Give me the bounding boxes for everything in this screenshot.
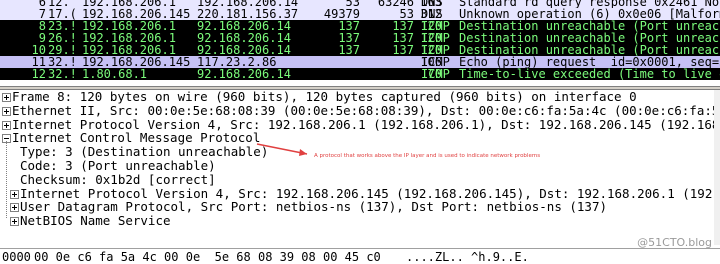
packet-dst-cell: 92.168.206.14 bbox=[197, 44, 291, 56]
packet-dst-cell: 92.168.206.14 bbox=[197, 32, 291, 44]
packet-dst-cell: 220.181.156.37 bbox=[197, 8, 299, 20]
packet-src-cell: 192.168.206.1 bbox=[82, 32, 176, 44]
tree-leaf-label: Checksum: 0x1b2d [correct] bbox=[20, 171, 216, 187]
packet-dst-cell: 92.168.206.14 bbox=[197, 68, 291, 80]
packet-sport-cell: 49379 bbox=[323, 8, 360, 20]
packet-info-cell: Destination unreachable (Port unreach bbox=[459, 32, 720, 44]
packet-src-cell: 192.168.206.1 bbox=[82, 20, 176, 32]
packet-row[interactable]: 10 29.! 192.168.206.1 92.168.206.14 137 137 12… bbox=[0, 44, 720, 56]
packet-details-tree: Frame 8: 120 bytes on wire (960 bits), 1… bbox=[0, 90, 720, 245]
packet-no-cell: 8 bbox=[38, 20, 46, 32]
packet-dport-cell: 53 bbox=[399, 8, 414, 20]
packet-list: 6 12. 192.168.206.1 192.168.206.14 53 63246 16… bbox=[0, 0, 720, 87]
expand-icon[interactable] bbox=[2, 93, 11, 102]
packet-info-cell: Destination unreachable (Port unreach bbox=[459, 44, 720, 56]
packet-src-cell: 192.168.206.1 bbox=[82, 0, 176, 8]
packet-info-cell: Standard rd query response 0x2461 No suc… bbox=[459, 0, 720, 8]
packet-sport-cell: 137 bbox=[338, 44, 360, 56]
packet-src-cell: 192.168.206.145 bbox=[82, 8, 191, 20]
tree-node-label: Frame 8: 120 bytes on wire (960 bits), 1… bbox=[12, 90, 637, 104]
packet-proto-cell: ICMP bbox=[421, 20, 450, 32]
tree-node-label: Ethernet II, Src: 00:0e:5e:68:08:39 (00:… bbox=[12, 102, 720, 118]
expand-icon[interactable] bbox=[10, 203, 19, 213]
packet-dst-cell: 117.23.2.86 bbox=[197, 56, 277, 68]
packet-row[interactable]: 7 17.(192.168.206.145 220.181.156.37 49379 5… bbox=[0, 8, 720, 20]
packet-proto-cell: ICMP bbox=[421, 44, 450, 56]
packet-info-cell: Time-to-live exceeded (Time to live e bbox=[459, 68, 720, 80]
packet-src-cell: 1.80.68.1 bbox=[82, 68, 148, 80]
packet-dport-cell: 63246 bbox=[377, 0, 414, 8]
packet-no-cell: 7 bbox=[38, 8, 46, 20]
packet-row[interactable]: 6 12. 192.168.206.1 192.168.206.14 53 63246 16… bbox=[0, 0, 720, 8]
packet-sport-cell: 137 bbox=[338, 32, 360, 44]
packet-src-cell: 192.168.206.1 bbox=[82, 44, 176, 56]
packet-row[interactable]: 8 23.! 192.168.206.1 92.168.206.14 137 137 120… bbox=[0, 20, 720, 32]
packet-bytes-pane: 0000 00 0e c6 fa 5a 4c 00 0e 5e 68 08 39… bbox=[0, 248, 720, 264]
packet-dport-cell: 137 bbox=[392, 32, 414, 44]
packet-row[interactable]: 11 32.! 192.168.206.145 117.23.2.86 106 ICMP E… bbox=[0, 56, 720, 68]
annotation-arrow bbox=[256, 143, 308, 156]
packet-dport-cell: 137 bbox=[392, 20, 414, 32]
expand-icon[interactable] bbox=[10, 217, 19, 227]
expand-icon[interactable] bbox=[2, 120, 11, 130]
packet-proto-cell: ICMP bbox=[421, 56, 450, 68]
packet-info-cell: Destination unreachable (Port unreach bbox=[459, 20, 720, 32]
packet-info-cell: Unknown operation (6) 0x0e06 [Malform bbox=[459, 8, 720, 20]
packet-dport-cell: 137 bbox=[392, 44, 414, 56]
packet-row[interactable]: 9 26.! 192.168.206.1 92.168.206.14 137 137 120… bbox=[0, 32, 720, 44]
packet-proto-cell: ICMP bbox=[421, 32, 450, 44]
packet-proto-cell: ICMP bbox=[421, 68, 450, 80]
packet-dst-cell: 192.168.206.14 bbox=[197, 0, 299, 8]
tree-node-label: NetBIOS Name Service bbox=[20, 213, 171, 229]
packet-dst-cell: 92.168.206.14 bbox=[197, 20, 291, 32]
details-scrollbar[interactable] bbox=[714, 90, 720, 245]
packet-no-cell: 6 bbox=[38, 0, 46, 8]
packet-info-cell: Echo (ping) request id=0x0001, seq=3 bbox=[459, 56, 720, 68]
expand-icon[interactable] bbox=[10, 189, 19, 199]
packet-proto-cell: DNS bbox=[421, 0, 443, 8]
packet-sport-cell: 53 bbox=[345, 0, 360, 8]
tree-guide-line bbox=[6, 141, 7, 219]
expand-icon[interactable] bbox=[2, 106, 11, 116]
tree-leaf-label: Code: 3 (Port unreachable) bbox=[20, 158, 216, 173]
packet-no-cell: 9 bbox=[38, 32, 46, 44]
packet-proto-cell: DNS bbox=[421, 8, 443, 20]
packet-sport-cell: 137 bbox=[338, 20, 360, 32]
watermark: @51CTO.blog bbox=[637, 236, 712, 249]
packet-no-cell: 11 bbox=[31, 56, 46, 68]
annotation-text: A protocol that works above the IP layer… bbox=[314, 153, 541, 159]
packet-src-cell: 192.168.206.145 bbox=[82, 56, 191, 68]
packet-row[interactable]: 12 32.! 1.80.68.1 92.168.206.14 70 ICMP Time-t… bbox=[0, 68, 720, 80]
packet-no-cell: 12 bbox=[31, 68, 46, 80]
packet-no-cell: 10 bbox=[31, 44, 46, 56]
